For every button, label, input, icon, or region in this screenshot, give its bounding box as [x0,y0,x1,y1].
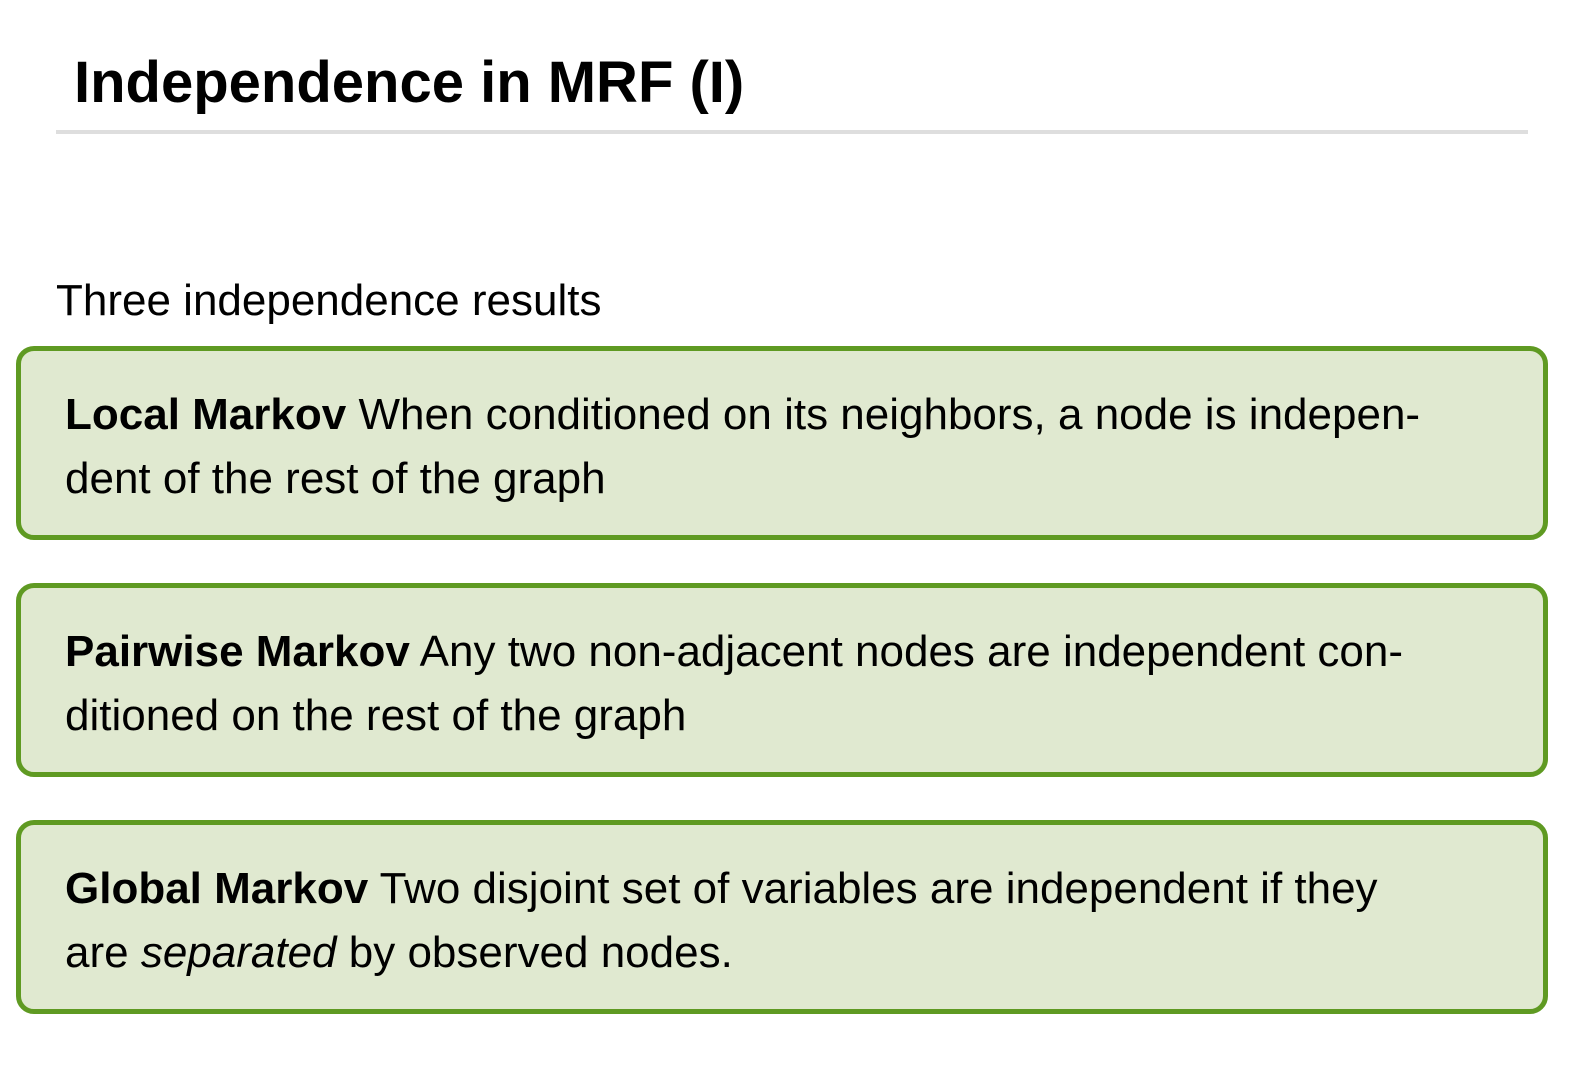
local-markov-definition-part-1: When conditioned on its neighbors, a nod… [358,390,1421,439]
separated-emphasis: separated [140,928,337,977]
global-markov-line-1: Global Markov Two disjoint set of variab… [65,857,1505,921]
local-markov-text: Local Markov When conditioned on its nei… [65,383,1505,511]
pairwise-markov-line-1: Pairwise Markov Any two non-adjacent nod… [65,620,1505,684]
global-markov-line-2: are separated by observed nodes. [65,921,1505,985]
slide-title: Independence in MRF (I) [74,49,745,115]
global-markov-term: Global Markov [65,864,369,913]
pairwise-markov-definition-part-1: Any two non-adjacent nodes are independe… [419,627,1404,676]
pairwise-markov-line-2: ditioned on the rest of the graph [65,691,687,740]
global-markov-text: Global Markov Two disjoint set of variab… [65,857,1505,985]
global-markov-line-2-end: by observed nodes. [348,928,733,977]
pairwise-markov-text: Pairwise Markov Any two non-adjacent nod… [65,620,1505,748]
local-markov-box: Local Markov When conditioned on its nei… [16,346,1548,540]
global-markov-definition-part-1: Two disjoint set of variables are indepe… [379,864,1378,913]
pairwise-markov-term: Pairwise Markov [65,627,410,676]
pairwise-markov-box: Pairwise Markov Any two non-adjacent nod… [16,583,1548,777]
intro-text: Three independence results [56,276,602,325]
local-markov-line-1: Local Markov When conditioned on its nei… [65,383,1505,447]
title-divider [56,130,1528,134]
global-markov-line-2-start: are [65,928,129,977]
local-markov-term: Local Markov [65,390,347,439]
global-markov-box: Global Markov Two disjoint set of variab… [16,820,1548,1014]
local-markov-line-2: dent of the rest of the graph [65,454,606,503]
